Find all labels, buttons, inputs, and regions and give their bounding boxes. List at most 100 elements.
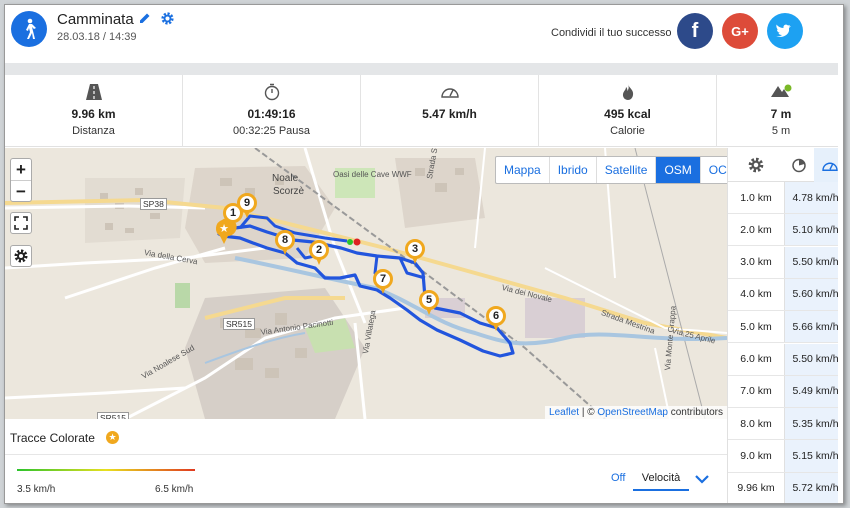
km-marker-label: 3 (411, 243, 419, 255)
gear-icon[interactable] (160, 11, 175, 31)
split-row: 8.0 km 5.35 km/h (728, 408, 843, 441)
scrollbar[interactable] (838, 5, 843, 503)
km-marker[interactable]: 7 (373, 269, 393, 294)
split-row: 7.0 km 5.49 km/h (728, 375, 843, 408)
km-marker[interactable]: 3 (405, 239, 425, 264)
km-marker[interactable]: 5 (419, 290, 439, 315)
velocity-select[interactable]: Velocità (633, 465, 689, 491)
split-speed: 5.66 km/h (784, 311, 843, 343)
split-row: 1.0 km 4.78 km/h (728, 182, 843, 215)
timer-icon (792, 158, 806, 173)
stat-label: 00:32:25 Pausa (232, 125, 311, 137)
activity-header: Camminata 28.03.18 / 14:39 Condividi il … (5, 5, 843, 63)
google-plus-button[interactable]: G+ (722, 13, 758, 49)
splits-header (728, 148, 843, 182)
fullscreen-button[interactable] (10, 212, 32, 234)
stat-value: 9.96 km (71, 107, 116, 121)
split-distance: 7.0 km (740, 385, 772, 398)
km-marker-label: 1 (229, 207, 237, 219)
map-place-label: Scorzè (273, 186, 305, 197)
split-distance: 4.0 km (740, 288, 772, 301)
zoom-in-button[interactable]: + (11, 159, 31, 181)
splits-time-tab[interactable] (784, 148, 814, 182)
speed-legend: 3.5 km/h 6.5 km/h Off Velocità (5, 455, 727, 503)
attribution-contributors: contributors (667, 407, 723, 418)
map-place-label: Noale (272, 173, 299, 184)
chevron-down-icon[interactable] (695, 471, 709, 489)
splits-panel: 1.0 km 4.78 km/h 2.0 km 5.10 km/h 3.0 km 5.50… (727, 148, 843, 503)
marker-pointer (493, 324, 499, 331)
fullscreen-icon (14, 216, 28, 230)
layer-ibrido[interactable]: Ibrido (550, 157, 597, 183)
road-icon (5, 83, 182, 101)
split-distance: 1.0 km (740, 191, 772, 204)
split-speed: 5.10 km/h (784, 214, 843, 246)
layer-ocm[interactable]: OCM (701, 157, 727, 183)
facebook-button[interactable]: f (677, 13, 713, 49)
layer-osm[interactable]: OSM (656, 157, 701, 183)
flame-icon (539, 83, 716, 101)
split-row: 6.0 km 5.50 km/h (728, 343, 843, 376)
stat-calories: 495 kcal Calorie (539, 75, 717, 147)
km-marker[interactable]: 2 (309, 240, 329, 265)
stat-distance: 9.96 km Distanza (5, 75, 183, 147)
colored-off-option[interactable]: Off (611, 472, 625, 484)
splits-settings-tab[interactable] (728, 148, 784, 182)
activity-title: Camminata (57, 11, 134, 28)
marker-pointer (426, 308, 432, 315)
stat-value: 495 kcal (604, 107, 651, 121)
km-marker-label: 8 (281, 234, 289, 246)
leaflet-link[interactable]: Leaflet (549, 407, 579, 418)
attribution-separator: | © (579, 407, 598, 418)
split-speed: 5.35 km/h (784, 408, 843, 440)
osm-link[interactable]: OpenStreetMap (597, 407, 668, 418)
split-speed: 5.49 km/h (784, 375, 843, 407)
map-attribution: Leaflet | © OpenStreetMap contributors (545, 406, 727, 419)
km-marker[interactable]: 8 (275, 230, 295, 255)
stat-elevation: 7 m 5 m (717, 75, 843, 147)
map-settings-button[interactable] (10, 245, 32, 267)
premium-star-icon: ★ (106, 431, 119, 444)
split-speed: 5.60 km/h (784, 278, 843, 311)
stat-speed: 5.47 km/h (361, 75, 539, 147)
split-distance: 2.0 km (740, 223, 772, 236)
route-map[interactable]: ★ 1 2 3 5 6 7 8 9 + − Mappa Ibrido Satellite OS… (5, 148, 727, 419)
elevation-icon (717, 83, 843, 101)
split-row: 3.0 km 5.50 km/h (728, 246, 843, 279)
stat-label: 5 m (771, 125, 791, 137)
colored-tracks-label: Tracce Colorate (10, 431, 95, 445)
colored-tracks-header: Tracce Colorate ★ (5, 419, 727, 455)
split-distance: 6.0 km (740, 353, 772, 366)
stat-label: Distanza (72, 125, 115, 137)
twitter-button[interactable] (767, 13, 803, 49)
split-row: 9.0 km 5.15 km/h (728, 440, 843, 473)
marker-pointer (412, 257, 418, 264)
gear-icon (14, 249, 28, 263)
layer-mappa[interactable]: Mappa (496, 157, 550, 183)
layer-satellite[interactable]: Satellite (597, 157, 657, 183)
split-distance: 3.0 km (740, 256, 772, 269)
km-marker[interactable]: 9 (237, 193, 257, 218)
marker-pointer (244, 211, 250, 218)
pencil-icon[interactable] (138, 12, 151, 30)
share-label: Condividi il tuo successo (551, 27, 672, 39)
max-speed-label: 6.5 km/h (155, 484, 194, 495)
min-speed-label: 3.5 km/h (17, 484, 56, 495)
map-place-label: SR515 (97, 412, 129, 419)
stat-duration: 01:49:16 00:32:25 Pausa (183, 75, 361, 147)
activity-window: Camminata 28.03.18 / 14:39 Condividi il … (4, 4, 844, 504)
km-marker-label: 2 (315, 244, 323, 256)
km-marker[interactable]: 6 (486, 306, 506, 331)
map-place-label: Oasi delle Cave WWF (333, 170, 412, 179)
km-marker-label: 7 (379, 273, 387, 285)
split-distance: 9.0 km (740, 449, 772, 462)
speed-gradient (17, 469, 195, 471)
zoom-out-button[interactable]: − (11, 181, 31, 203)
split-speed: 5.50 km/h (784, 343, 843, 375)
header-divider (5, 63, 843, 75)
split-speed: 4.78 km/h (784, 182, 843, 214)
zoom-control: + − (10, 158, 32, 202)
split-speed: 5.50 km/h (784, 246, 843, 278)
stat-value: 5.47 km/h (422, 107, 477, 121)
twitter-icon (776, 24, 791, 37)
